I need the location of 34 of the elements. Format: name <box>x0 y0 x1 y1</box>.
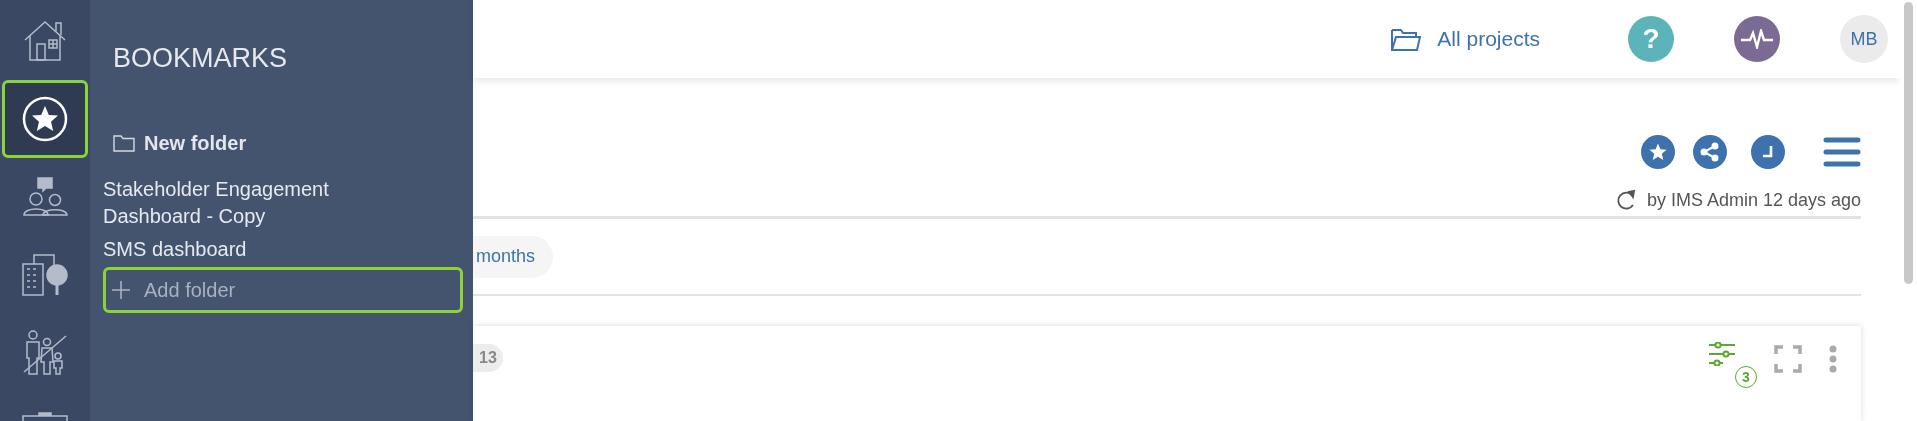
house-icon <box>22 18 68 64</box>
share-button[interactable] <box>1693 135 1727 169</box>
rail-item[interactable] <box>2 80 88 158</box>
filter-button[interactable] <box>1709 342 1735 366</box>
share-icon <box>1700 142 1720 162</box>
building-tree-icon <box>22 254 68 296</box>
star-icon <box>1649 143 1667 161</box>
expand-icon <box>1774 345 1802 373</box>
kebab-icon <box>1829 345 1837 373</box>
sliders-icon <box>1709 342 1735 366</box>
updated-text: by IMS Admin 12 days ago <box>1646 188 1861 212</box>
bookmark-link[interactable]: Stakeholder Engagement Dashboard - Copy <box>103 176 403 230</box>
filter-count-badge: 3 <box>1735 366 1757 388</box>
add-folder-button[interactable]: Add folder <box>103 267 463 313</box>
scrollbar-thumb[interactable] <box>1904 2 1913 284</box>
count-badge: 13 <box>473 344 503 372</box>
panel-title: BOOKMARKS <box>113 45 288 72</box>
menu-button[interactable] <box>1823 136 1861 168</box>
folder-icon <box>1391 27 1422 51</box>
bookmark-button[interactable] <box>1641 135 1675 169</box>
folder-icon <box>113 134 135 152</box>
family-icon <box>22 330 68 376</box>
menu-icon <box>1823 137 1861 167</box>
all-projects-link[interactable]: All projects <box>1391 23 1540 55</box>
bookmark-link[interactable]: SMS dashboard <box>103 236 403 263</box>
refresh-icon <box>1614 189 1637 211</box>
history-button[interactable] <box>1751 135 1785 169</box>
period-chip[interactable]: months <box>473 235 554 278</box>
pulse-icon <box>1740 29 1774 49</box>
folder-item[interactable]: New folder <box>113 128 247 158</box>
people-chat-icon <box>22 177 68 217</box>
user-avatar[interactable]: MB <box>1840 15 1888 63</box>
activity-button[interactable] <box>1734 16 1780 62</box>
plus-icon <box>112 281 130 299</box>
